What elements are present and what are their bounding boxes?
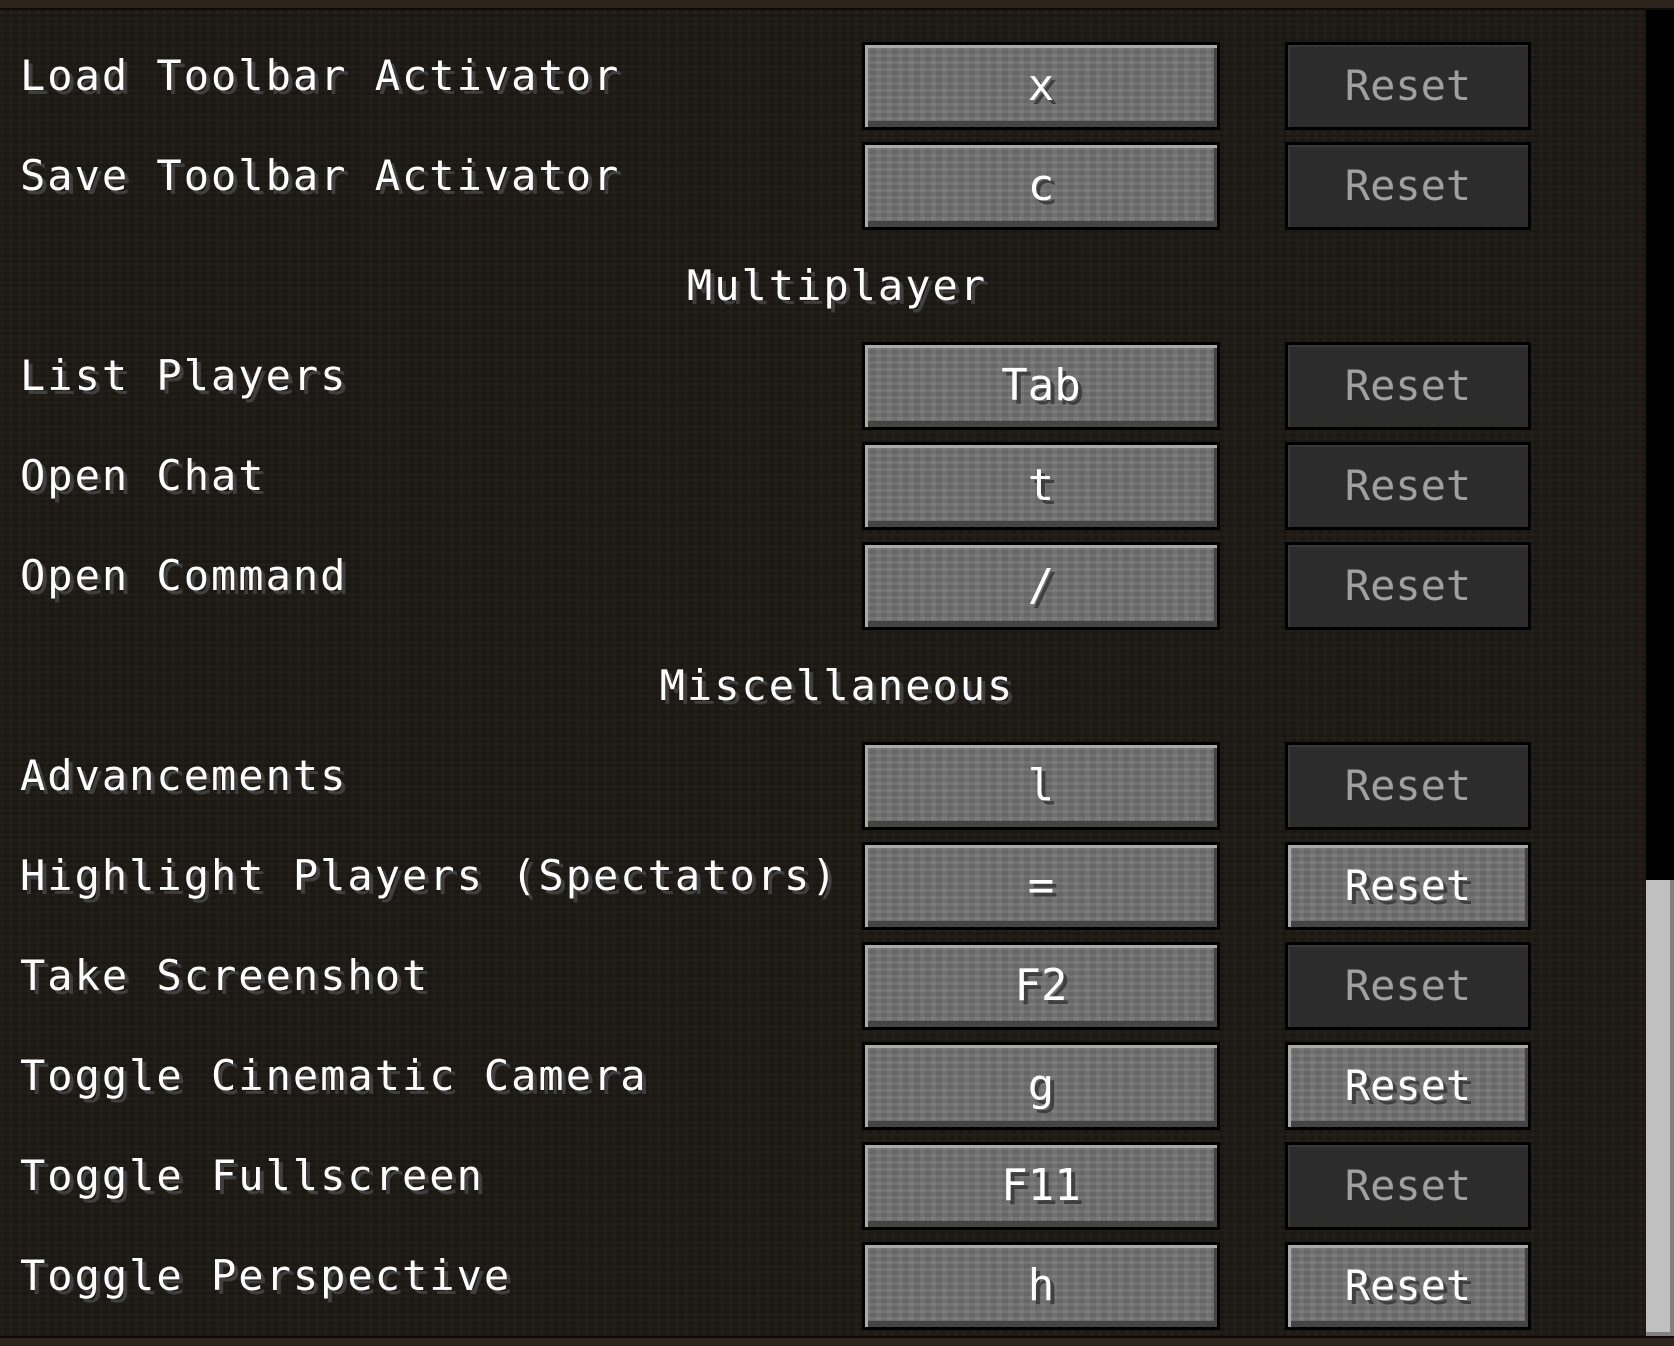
reset-button-load-toolbar-activator[interactable]: Reset — [1285, 42, 1531, 130]
keybind-button-open-chat[interactable]: t — [862, 442, 1220, 530]
keybind-label-advancements: Advancements — [20, 751, 348, 800]
reset-button-take-screenshot[interactable]: Reset — [1285, 942, 1531, 1030]
keybind-button-load-toolbar-activator[interactable]: x — [862, 42, 1220, 130]
keybind-button-list-players[interactable]: Tab — [862, 342, 1220, 430]
section-header-multiplayer: Multiplayer — [686, 261, 988, 310]
keybind-label-toggle-fullscreen: Toggle Fullscreen — [20, 1151, 484, 1200]
keybind-button-save-toolbar-activator[interactable]: c — [862, 142, 1220, 230]
section-header-miscellaneous: Miscellaneous — [659, 661, 1015, 710]
list-bottom-edge — [0, 1336, 1674, 1346]
keybind-label-open-chat: Open Chat — [20, 451, 266, 500]
keybind-button-toggle-cinematic-camera[interactable]: g — [862, 1042, 1220, 1130]
reset-button-toggle-fullscreen[interactable]: Reset — [1285, 1142, 1531, 1230]
keybind-button-open-command[interactable]: / — [862, 542, 1220, 630]
keybind-button-toggle-perspective[interactable]: h — [862, 1242, 1220, 1330]
keybind-label-list-players: List Players — [20, 351, 348, 400]
keybind-label-load-toolbar-activator: Load Toolbar Activator — [20, 51, 621, 100]
keybind-button-advancements[interactable]: l — [862, 742, 1220, 830]
reset-button-toggle-perspective[interactable]: Reset — [1285, 1242, 1531, 1330]
keybind-label-take-screenshot: Take Screenshot — [20, 951, 430, 1000]
reset-button-open-command[interactable]: Reset — [1285, 542, 1531, 630]
keybind-label-toggle-perspective: Toggle Perspective — [20, 1251, 512, 1300]
scrollbar-thumb[interactable] — [1646, 880, 1674, 1336]
reset-button-advancements[interactable]: Reset — [1285, 742, 1531, 830]
keybind-label-open-command: Open Command — [20, 551, 348, 600]
reset-button-toggle-cinematic-camera[interactable]: Reset — [1285, 1042, 1531, 1130]
reset-button-highlight-players[interactable]: Reset — [1285, 842, 1531, 930]
keybind-label-save-toolbar-activator: Save Toolbar Activator — [20, 151, 621, 200]
keybind-button-take-screenshot[interactable]: F2 — [862, 942, 1220, 1030]
reset-button-open-chat[interactable]: Reset — [1285, 442, 1531, 530]
keybind-label-toggle-cinematic-camera: Toggle Cinematic Camera — [20, 1051, 648, 1100]
keybind-button-toggle-fullscreen[interactable]: F11 — [862, 1142, 1220, 1230]
reset-button-list-players[interactable]: Reset — [1285, 342, 1531, 430]
reset-button-save-toolbar-activator[interactable]: Reset — [1285, 142, 1531, 230]
list-top-edge — [0, 0, 1674, 10]
keybind-button-highlight-players[interactable]: = — [862, 842, 1220, 930]
keybind-label-highlight-players: Highlight Players (Spectators) — [20, 851, 839, 900]
